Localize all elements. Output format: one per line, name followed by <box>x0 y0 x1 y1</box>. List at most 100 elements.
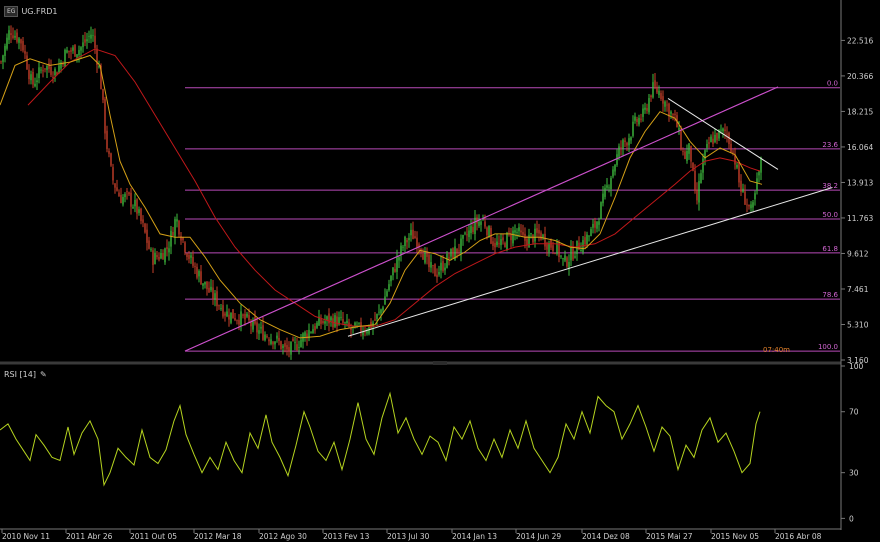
time-tick-label: 2015 Nov 05 <box>711 532 759 541</box>
candle-body <box>78 50 80 56</box>
rsi-axis: 100 70 30 0 <box>841 362 864 523</box>
candle-body <box>610 177 612 189</box>
candle-body <box>520 230 522 233</box>
candle-body <box>300 339 302 348</box>
candle-body <box>380 309 382 314</box>
fibonacci-retracement[interactable]: 0.0 23.6 38.2 50.0 61.8 78.6 100.0 07:40m <box>185 80 840 354</box>
candle-body <box>602 193 604 204</box>
candle-body <box>138 209 140 213</box>
candle-body <box>648 98 650 113</box>
candle-body <box>58 65 60 73</box>
candle-body <box>698 181 700 203</box>
candle-body <box>178 220 180 235</box>
candle-body <box>748 204 750 207</box>
rsi-tick-label: 0 <box>849 514 854 523</box>
candle-body <box>668 103 670 117</box>
settings-icon[interactable]: ✎ <box>40 370 47 379</box>
price-tick-label: 16.064 <box>847 143 873 152</box>
candle-body <box>82 42 84 48</box>
candle-body <box>406 240 408 243</box>
candle-body <box>28 69 30 80</box>
candle-body <box>2 55 4 62</box>
candle-body <box>166 247 168 250</box>
candle-body <box>738 163 740 183</box>
candle-body <box>184 242 186 253</box>
candle-body <box>404 236 406 247</box>
time-tick-label: 2015 Mai 27 <box>646 532 693 541</box>
price-chart[interactable]: 0.0 23.6 38.2 50.0 61.8 78.6 100.0 07:40m 22.51… <box>0 0 880 542</box>
candle-body <box>378 311 380 313</box>
candle-body <box>508 231 510 233</box>
candle-body <box>456 248 458 253</box>
candle-body <box>212 287 214 300</box>
candle-body <box>204 281 206 285</box>
candle-body <box>716 132 718 141</box>
candle-body <box>188 254 190 259</box>
candle-body <box>268 339 270 342</box>
candle-body <box>724 129 726 132</box>
candle-body <box>256 322 258 333</box>
candle-body <box>364 331 366 333</box>
candle-body <box>344 322 346 324</box>
candle-body <box>686 150 688 161</box>
candle-body <box>148 240 150 249</box>
candle-body <box>428 254 430 268</box>
candle-body <box>190 255 192 258</box>
candle-body <box>142 219 144 223</box>
candle-body <box>646 108 648 111</box>
candle-body <box>688 143 690 154</box>
candle-body <box>538 229 540 234</box>
candle-body <box>206 281 208 290</box>
candle-body <box>236 320 238 322</box>
candle-body <box>746 204 748 206</box>
time-tick-label: 2014 Jun 29 <box>516 532 561 541</box>
candle-body <box>684 151 686 160</box>
candle-body <box>54 69 56 76</box>
candle-body <box>426 253 428 257</box>
candle-body <box>744 191 746 205</box>
candle-body <box>162 253 164 260</box>
price-tick-label: 11.763 <box>847 214 873 223</box>
price-axis[interactable]: 22.516 20.366 18.215 16.064 13.913 11.763 9.61… <box>841 36 873 365</box>
symbol-header[interactable]: EG UG.FR D1 <box>4 5 57 17</box>
candle-body <box>376 313 378 319</box>
candle-body <box>200 271 202 285</box>
candle-body <box>530 233 532 234</box>
chart-window[interactable]: 0.0 23.6 38.2 50.0 61.8 78.6 100.0 07:40m 22.51… <box>0 0 880 542</box>
candle-body <box>662 96 664 104</box>
candle-body <box>0 61 2 63</box>
fib-label: 23.6 <box>822 141 838 149</box>
candle-body <box>146 229 148 243</box>
candle-body <box>442 261 444 271</box>
candle-body <box>658 90 660 96</box>
candle-body <box>222 305 224 317</box>
candle-body <box>144 223 146 233</box>
moving-averages <box>0 48 763 339</box>
candle-body <box>174 219 176 237</box>
candle-body <box>170 230 172 247</box>
candle-body <box>278 337 280 342</box>
candle-body <box>132 207 134 208</box>
candle-body <box>432 265 434 266</box>
candle-body <box>624 140 626 142</box>
candle-body <box>292 338 294 342</box>
candle-body <box>92 35 94 37</box>
candle-body <box>528 234 530 248</box>
time-axis[interactable]: 2010 Nov 11 2011 Abr 26 2011 Out 05 2012 Ma… <box>1 529 822 541</box>
rsi-tick-label: 30 <box>849 469 859 478</box>
candle-body <box>284 343 286 347</box>
fib-label: 100.0 <box>818 343 838 351</box>
candle-body <box>86 39 88 42</box>
candle-body <box>760 157 762 173</box>
candle-body <box>384 296 386 305</box>
candle-body <box>714 134 716 142</box>
rsi-label[interactable]: RSI [14] ✎ <box>4 370 47 379</box>
candle-body <box>312 329 314 334</box>
candle-body <box>348 322 350 327</box>
candle-body <box>20 39 22 44</box>
candle-body <box>506 232 508 250</box>
candle-body <box>396 257 398 272</box>
candle-body <box>708 142 710 144</box>
rsi-line <box>0 391 761 487</box>
candle-body <box>18 38 20 43</box>
